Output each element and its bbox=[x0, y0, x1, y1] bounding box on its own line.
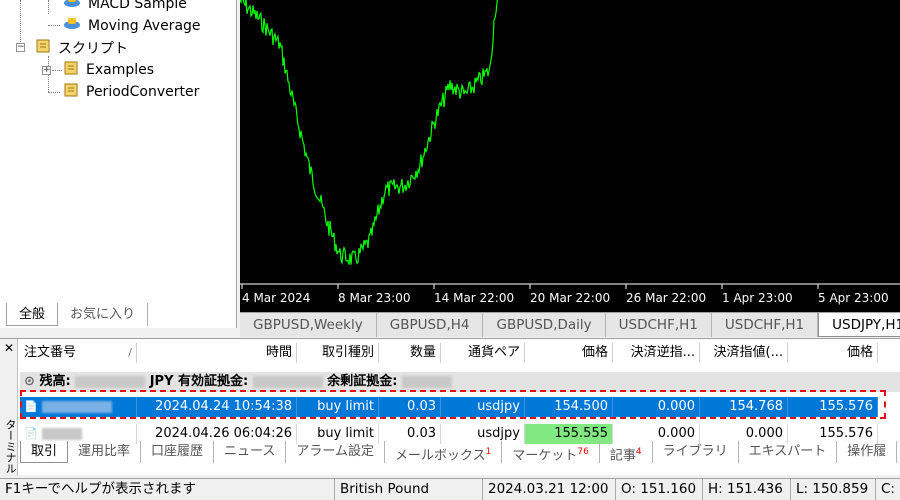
terminal-tabs: 取引 運用比率 口座履歴 ニュース アラーム設定 メールボックス1 マーケット7… bbox=[20, 441, 898, 463]
col-sl[interactable]: 決済逆指... bbox=[613, 343, 700, 363]
tab-usdjpy-h1[interactable]: USDJPY,H1 bbox=[818, 313, 900, 337]
tree-item-moving-average[interactable]: Moving Average bbox=[62, 16, 201, 36]
price-chart[interactable]: 4 Mar 2024 8 Mar 23:00 14 Mar 22:00 20 Mar … bbox=[239, 0, 900, 312]
tab-journal[interactable]: 操作履 bbox=[837, 441, 898, 463]
col-tp[interactable]: 決済指値(... bbox=[700, 343, 788, 363]
pending-order-icon: 📄 bbox=[24, 427, 38, 440]
tab-library[interactable]: ライブラリ bbox=[653, 441, 739, 463]
tab-articles[interactable]: 記事4 bbox=[600, 441, 653, 463]
expand-icon[interactable]: + bbox=[42, 66, 51, 75]
time-tick-label: 1 Apr 23:00 bbox=[722, 291, 793, 305]
col-time[interactable]: 時間 bbox=[137, 343, 297, 363]
status-close: C: 151.2 bbox=[881, 481, 900, 497]
time-tick-label: 26 Mar 22:00 bbox=[626, 291, 706, 305]
tree-item-label: PeriodConverter bbox=[86, 84, 200, 100]
time-tick-label: 20 Mar 22:00 bbox=[530, 291, 610, 305]
status-help: F1キーでヘルプが表示されます bbox=[0, 479, 335, 500]
tree-item-examples[interactable]: Examples bbox=[62, 60, 154, 80]
status-high: H: 151.436 bbox=[703, 479, 791, 500]
tab-favorites[interactable]: お気に入り bbox=[58, 303, 149, 326]
col-price[interactable]: 価格 bbox=[525, 343, 613, 363]
tab-usdchf-h1[interactable]: USDCHF,H1 bbox=[606, 313, 712, 337]
order-number-hidden bbox=[41, 427, 82, 440]
equity-label: 有効証拠金: bbox=[178, 374, 249, 389]
col-type[interactable]: 取引種別 bbox=[297, 343, 379, 363]
status-profile[interactable]: British Pound bbox=[335, 479, 483, 500]
status-open: O: 151.160 bbox=[616, 479, 703, 500]
tree-item-macd-sample[interactable]: MACD Sample bbox=[62, 0, 187, 14]
tree-line bbox=[48, 92, 60, 93]
time-tick-label: 4 Mar 2024 bbox=[242, 291, 310, 305]
col-symbol[interactable]: 通貨ペア bbox=[441, 343, 525, 363]
tree-item-label: Examples bbox=[86, 62, 155, 78]
navigator-tabs: 全般 お気に入り bbox=[6, 303, 149, 327]
tree-item-label: Moving Average bbox=[88, 18, 201, 34]
table-header: 注文番号 / 時間 取引種別 数量 通貨ペア 価格 決済逆指... 決済指値(..… bbox=[20, 343, 900, 363]
expert-advisor-icon bbox=[62, 0, 82, 14]
tab-news[interactable]: ニュース bbox=[214, 441, 287, 463]
chart-tabs: GBPUSD,Weekly GBPUSD,H4 GBPUSD,Daily USD… bbox=[240, 312, 900, 337]
balance-row: ⊙ 残高: JPY 有効証拠金: 余剰証拠金: bbox=[20, 372, 900, 392]
tab-experts[interactable]: エキスパート bbox=[739, 441, 838, 463]
expert-advisor-icon bbox=[62, 16, 82, 36]
tab-account-history[interactable]: 口座履歴 bbox=[141, 441, 215, 463]
col-order[interactable]: 注文番号 / bbox=[20, 343, 137, 363]
time-tick-label: 14 Mar 22:00 bbox=[434, 291, 514, 305]
status-low: L: 150.859 bbox=[791, 479, 876, 500]
balance-summary: ⊙ 残高: JPY 有効証拠金: 余剰証拠金: bbox=[20, 372, 900, 392]
tab-exposure[interactable]: 運用比率 bbox=[68, 441, 142, 463]
tab-gbpusd-weekly[interactable]: GBPUSD,Weekly bbox=[240, 313, 377, 337]
terminal-label: ターミナル bbox=[4, 419, 17, 474]
mailbox-badge: 1 bbox=[485, 447, 492, 457]
tree-line bbox=[48, 0, 49, 14]
close-icon[interactable]: ✕ bbox=[4, 341, 14, 355]
status-datetime: 2024.03.21 12:00 bbox=[483, 479, 616, 500]
tree-line bbox=[20, 0, 21, 44]
balance-currency: JPY bbox=[149, 374, 174, 389]
balance-value-hidden bbox=[75, 375, 146, 388]
time-tick-label: 8 Mar 23:00 bbox=[338, 291, 411, 305]
col-volume[interactable]: 数量 bbox=[379, 343, 441, 363]
price-chart-canvas: 4 Mar 2024 8 Mar 23:00 14 Mar 22:00 20 Mar … bbox=[239, 0, 900, 305]
tab-alerts[interactable]: アラーム設定 bbox=[286, 441, 386, 463]
market-badge: 76 bbox=[577, 447, 589, 457]
tree-item-scripts[interactable]: スクリプト bbox=[34, 38, 128, 58]
tab-market[interactable]: マーケット76 bbox=[502, 441, 600, 463]
free-margin-label: 余剰証拠金: bbox=[327, 374, 398, 389]
tree-line bbox=[52, 70, 62, 71]
terminal-sidebar: ✕ ターミナル bbox=[0, 339, 18, 476]
equity-value-hidden bbox=[252, 375, 323, 388]
tab-mailbox[interactable]: メールボックス1 bbox=[385, 441, 503, 463]
tree-line bbox=[48, 25, 60, 26]
tab-gbpusd-h4[interactable]: GBPUSD,H4 bbox=[377, 313, 484, 337]
selection-highlight bbox=[20, 390, 886, 419]
tab-trade[interactable]: 取引 bbox=[20, 441, 69, 463]
tree-item-label: スクリプト bbox=[58, 41, 128, 57]
scroll-icon bbox=[34, 38, 52, 58]
price-line bbox=[239, 0, 498, 266]
scroll-icon bbox=[62, 60, 80, 80]
tree-item-label: MACD Sample bbox=[88, 0, 187, 12]
free-margin-value-hidden bbox=[402, 375, 453, 388]
time-tick-label: 5 Apr 23:00 bbox=[818, 291, 889, 305]
tab-general[interactable]: 全般 bbox=[6, 303, 59, 326]
tab-gbpusd-daily[interactable]: GBPUSD,Daily bbox=[483, 313, 606, 337]
col-current-price[interactable]: 価格 bbox=[788, 343, 878, 363]
balance-label: 残高: bbox=[39, 374, 71, 389]
tree-item-periodconverter[interactable]: PeriodConverter bbox=[62, 82, 199, 102]
collapse-icon[interactable]: − bbox=[16, 43, 25, 52]
tab-usdchf-h1-2[interactable]: USDCHF,H1 bbox=[712, 313, 819, 337]
info-icon: ⊙ bbox=[24, 374, 35, 389]
navigator-panel: MACD Sample Moving Average − スクリプト + Exa… bbox=[0, 0, 237, 328]
status-bar: F1キーでヘルプが表示されます British Pound 2024.03.21… bbox=[0, 478, 900, 500]
scroll-icon bbox=[62, 82, 80, 102]
articles-badge: 4 bbox=[635, 447, 642, 457]
